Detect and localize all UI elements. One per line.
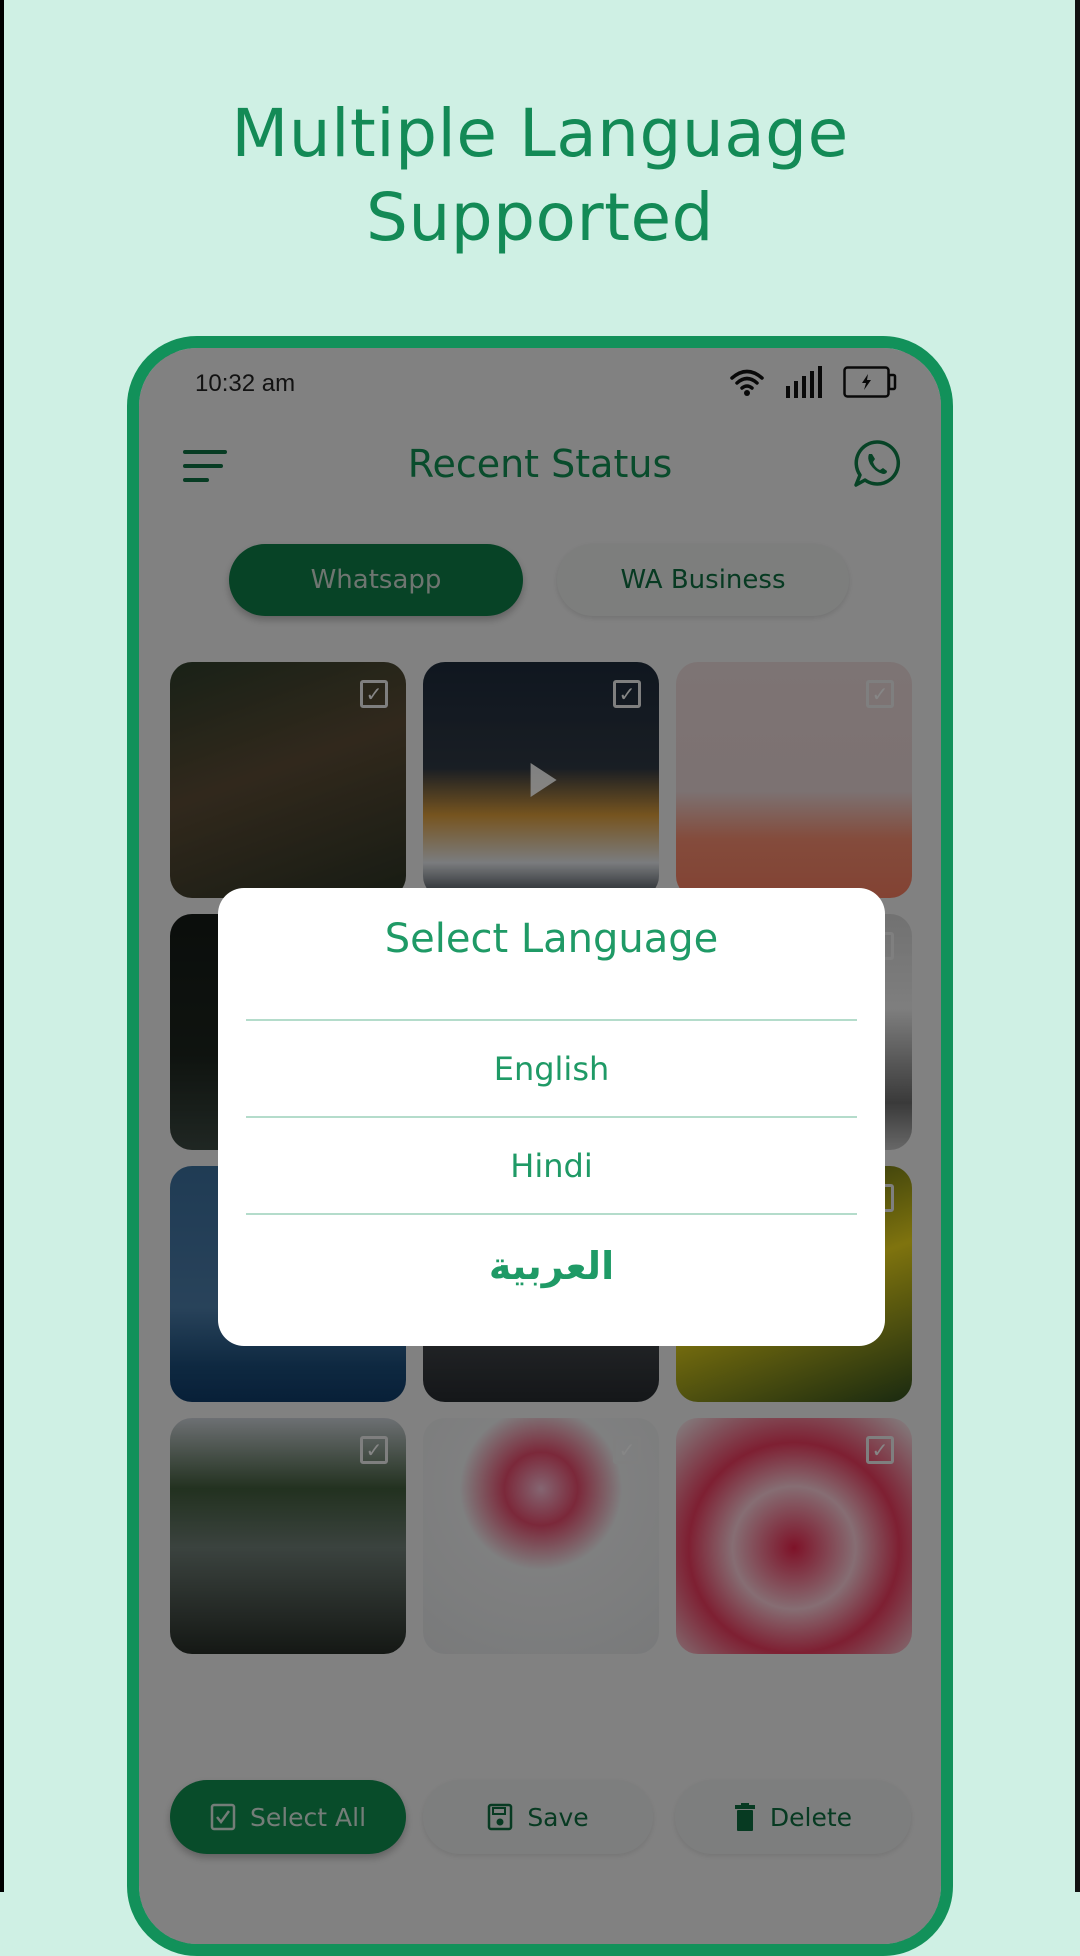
dialog-title: Select Language [384,916,719,962]
left-edge [0,0,4,1892]
phone-frame: 10:32 am Recent Status Whatsapp WA Busin… [127,336,953,1956]
language-option-hindi[interactable]: Hindi [246,1118,857,1213]
divider [246,1213,857,1215]
promo-headline-line2: Supported [366,179,714,256]
language-option-english[interactable]: English [246,1021,857,1116]
app-screen: 10:32 am Recent Status Whatsapp WA Busin… [139,348,941,1944]
right-edge [1075,0,1080,1892]
promo-headline-line1: Multiple Language [231,95,849,172]
language-option-arabic[interactable]: العربية [246,1218,857,1313]
select-language-dialog: Select Language English Hindi العربية [218,888,885,1346]
promo-headline: Multiple Language Supported [0,92,1080,260]
